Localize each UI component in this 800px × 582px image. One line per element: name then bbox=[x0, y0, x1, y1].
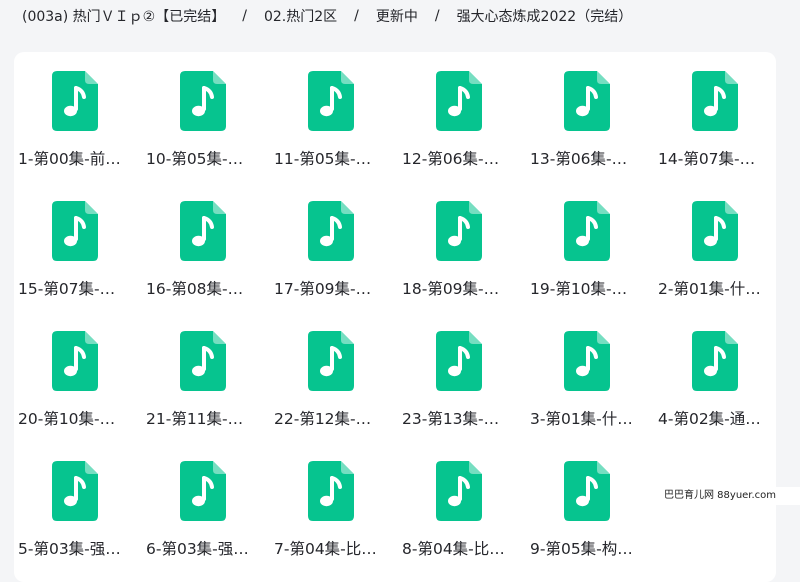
file-item[interactable]: 10-第05集-… bbox=[142, 52, 270, 182]
file-item[interactable]: 6-第03集-强… bbox=[142, 442, 270, 572]
audio-file-icon bbox=[436, 331, 482, 391]
file-name: 18-第09集-… bbox=[402, 280, 500, 298]
breadcrumb-item[interactable]: 强大心态炼成2022（完结） bbox=[457, 6, 633, 26]
file-item[interactable]: 22-第12集-… bbox=[270, 312, 398, 442]
breadcrumb: (003a) 热门ＶＩｐ②【已完结】 / 02.热门2区 / 更新中 / 强大心态炼成202… bbox=[0, 0, 800, 32]
file-item[interactable]: 20-第10集-… bbox=[14, 312, 142, 442]
file-item[interactable]: 3-第01集-什… bbox=[526, 312, 654, 442]
audio-file-icon bbox=[564, 201, 610, 261]
file-name: 13-第06集-… bbox=[530, 150, 628, 168]
audio-file-icon bbox=[308, 71, 354, 131]
audio-file-icon bbox=[52, 461, 98, 521]
audio-file-icon bbox=[436, 201, 482, 261]
watermark: 巴巴育儿网 88yuer.com bbox=[656, 487, 800, 505]
audio-file-icon bbox=[564, 331, 610, 391]
breadcrumb-item[interactable]: 更新中 bbox=[376, 6, 418, 26]
file-item[interactable]: 11-第05集-… bbox=[270, 52, 398, 182]
audio-file-icon bbox=[308, 461, 354, 521]
file-name: 1-第00集-前… bbox=[18, 150, 121, 168]
file-name: 17-第09集-… bbox=[274, 280, 372, 298]
file-item[interactable]: 23-第13集-… bbox=[398, 312, 526, 442]
file-item[interactable]: 14-第07集-… bbox=[654, 52, 782, 182]
file-name: 11-第05集-… bbox=[274, 150, 372, 168]
audio-file-icon bbox=[52, 71, 98, 131]
audio-file-icon bbox=[692, 201, 738, 261]
file-name: 20-第10集-… bbox=[18, 410, 116, 428]
file-name: 5-第03集-强… bbox=[18, 540, 121, 558]
breadcrumb-separator: / bbox=[242, 8, 247, 24]
audio-file-icon bbox=[692, 331, 738, 391]
breadcrumb-item[interactable]: 02.热门2区 bbox=[264, 6, 337, 26]
file-name: 9-第05集-构… bbox=[530, 540, 633, 558]
file-name: 3-第01集-什… bbox=[530, 410, 633, 428]
breadcrumb-separator: / bbox=[354, 8, 359, 24]
file-name: 6-第03集-强… bbox=[146, 540, 249, 558]
audio-file-icon bbox=[564, 71, 610, 131]
audio-file-icon bbox=[180, 461, 226, 521]
audio-file-icon bbox=[436, 71, 482, 131]
file-name: 12-第06集-… bbox=[402, 150, 500, 168]
audio-file-icon bbox=[180, 201, 226, 261]
audio-file-icon bbox=[180, 331, 226, 391]
file-name: 2-第01集-什… bbox=[658, 280, 761, 298]
file-name: 23-第13集-… bbox=[402, 410, 500, 428]
file-name: 16-第08集-… bbox=[146, 280, 244, 298]
file-name: 8-第04集-比… bbox=[402, 540, 505, 558]
audio-file-icon bbox=[52, 331, 98, 391]
file-name: 7-第04集-比… bbox=[274, 540, 377, 558]
file-item[interactable]: 1-第00集-前… bbox=[14, 52, 142, 182]
audio-file-icon bbox=[564, 461, 610, 521]
audio-file-icon bbox=[180, 71, 226, 131]
file-item[interactable]: 9-第05集-构… bbox=[526, 442, 654, 572]
file-name: 22-第12集-… bbox=[274, 410, 372, 428]
breadcrumb-separator: / bbox=[434, 8, 440, 24]
file-item[interactable]: 19-第10集-… bbox=[526, 182, 654, 312]
file-item[interactable]: 15-第07集-… bbox=[14, 182, 142, 312]
audio-file-icon bbox=[52, 201, 98, 261]
file-item[interactable]: 17-第09集-… bbox=[270, 182, 398, 312]
file-name: 10-第05集-… bbox=[146, 150, 244, 168]
audio-file-icon bbox=[436, 461, 482, 521]
breadcrumb-item[interactable]: (003a) 热门ＶＩｐ②【已完结】 bbox=[22, 6, 225, 26]
file-name: 21-第11集-… bbox=[146, 410, 244, 428]
file-item[interactable]: 18-第09集-… bbox=[398, 182, 526, 312]
audio-file-icon bbox=[308, 331, 354, 391]
file-item[interactable]: 13-第06集-… bbox=[526, 52, 654, 182]
file-name: 14-第07集-… bbox=[658, 150, 756, 168]
audio-file-icon bbox=[308, 201, 354, 261]
file-item[interactable]: 16-第08集-… bbox=[142, 182, 270, 312]
file-name: 4-第02集-通… bbox=[658, 410, 761, 428]
file-item[interactable]: 7-第04集-比… bbox=[270, 442, 398, 572]
file-item[interactable]: 5-第03集-强… bbox=[14, 442, 142, 572]
file-item[interactable]: 21-第11集-… bbox=[142, 312, 270, 442]
audio-file-icon bbox=[692, 71, 738, 131]
file-item[interactable]: 12-第06集-… bbox=[398, 52, 526, 182]
file-item[interactable]: 2-第01集-什… bbox=[654, 182, 782, 312]
file-name: 15-第07集-… bbox=[18, 280, 116, 298]
file-item[interactable]: 8-第04集-比… bbox=[398, 442, 526, 572]
file-item[interactable]: 4-第02集-通… bbox=[654, 312, 782, 442]
file-name: 19-第10集-… bbox=[530, 280, 628, 298]
